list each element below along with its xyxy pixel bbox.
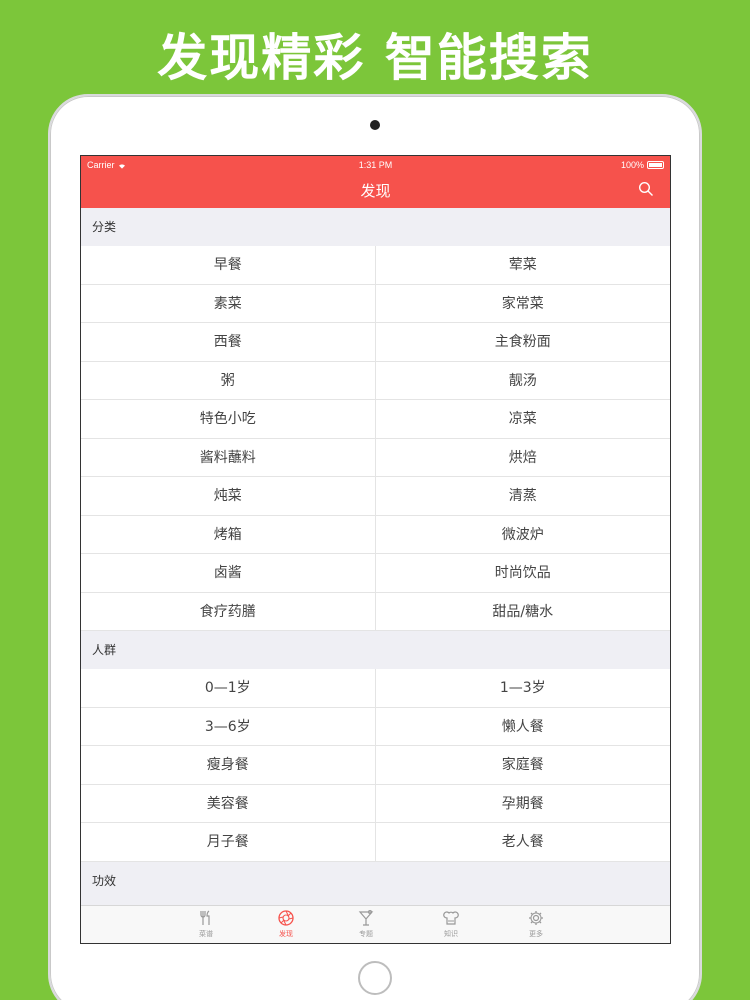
tab-label: 更多: [529, 930, 543, 938]
search-icon[interactable]: [638, 181, 654, 197]
chef-icon: [443, 911, 459, 925]
category-item[interactable]: 西餐: [81, 323, 376, 362]
page-title: 发现: [360, 182, 391, 200]
category-item[interactable]: 炖菜: [81, 477, 376, 516]
category-item[interactable]: 美容餐: [81, 784, 376, 823]
navigation-bar: Carrier 1:31 PM 100% 发现: [81, 156, 670, 208]
tab-cocktail[interactable]: 专题: [346, 909, 386, 939]
category-item[interactable]: 甜品/糖水: [375, 593, 670, 631]
category-item[interactable]: 家常菜: [375, 285, 670, 323]
category-item[interactable]: 老人餐: [375, 823, 670, 862]
tab-fork-knife[interactable]: 菜谱: [186, 909, 226, 939]
status-bar: Carrier 1:31 PM 100%: [81, 156, 670, 174]
tab-label: 专题: [359, 930, 373, 938]
cocktail-icon: [358, 910, 374, 926]
category-item[interactable]: 早餐: [81, 246, 376, 285]
tab-label: 发现: [279, 930, 293, 938]
app-screen: Carrier 1:31 PM 100% 发现 分类 早餐 荤菜 素菜 家常菜 西餐 主食粉…: [80, 155, 671, 944]
discover-list[interactable]: 分类 早餐 荤菜 素菜 家常菜 西餐 主食粉面粥靓汤 特色小吃 凉菜 酱料蘸料 烘焙 炖菜 清蒸 烤箱 微波…: [81, 208, 670, 907]
aperture-icon: [278, 910, 294, 926]
category-item[interactable]: 素菜: [81, 284, 376, 323]
tab-label: 知识: [444, 930, 458, 938]
category-item[interactable]: 0—1岁: [81, 669, 376, 708]
category-item[interactable]: 酱料蘸料: [81, 438, 376, 477]
category-item[interactable]: 粥: [81, 361, 376, 400]
category-item[interactable]: 3—6岁: [81, 707, 376, 746]
category-item[interactable]: 食疗药膳: [81, 592, 376, 631]
category-item[interactable]: 主食粉面: [375, 323, 670, 362]
category-item[interactable]: 靓汤: [375, 362, 670, 400]
gear-icon: [529, 911, 543, 925]
camera-icon: [370, 120, 380, 130]
category-grid: 早餐 荤菜 素菜 家常菜 西餐 主食粉面粥靓汤 特色小吃 凉菜 酱料蘸料 烘焙 炖菜 清蒸 烤箱 微波炉卤…: [81, 246, 670, 631]
category-item[interactable]: 卤酱: [81, 554, 376, 593]
section-header: 人群: [81, 631, 670, 669]
category-item[interactable]: 清蒸: [375, 477, 670, 516]
category-item[interactable]: 微波炉: [375, 516, 670, 554]
category-item[interactable]: 时尚饮品: [375, 554, 670, 593]
tab-bar: 菜谱 发现 专题 知识 更多: [81, 905, 670, 943]
tab-chef[interactable]: 知识: [431, 909, 471, 939]
battery-percentage: 100%: [620, 160, 644, 170]
category-item[interactable]: 孕期餐: [375, 785, 670, 823]
category-item[interactable]: 月子餐: [81, 823, 376, 862]
category-item[interactable]: 1—3岁: [375, 669, 670, 708]
section-header: 分类: [81, 208, 670, 246]
category-item[interactable]: 烘焙: [375, 439, 670, 477]
status-time: 1:31 PM: [358, 160, 393, 170]
promo-headline: 发现精彩 智能搜索: [157, 29, 593, 87]
category-item[interactable]: 懒人餐: [375, 708, 670, 746]
tab-aperture[interactable]: 发现: [266, 909, 306, 939]
tab-gear[interactable]: 更多: [516, 909, 556, 939]
battery-icon: [647, 161, 664, 169]
category-item[interactable]: 烤箱: [81, 515, 376, 554]
category-item[interactable]: 特色小吃: [81, 400, 376, 439]
home-button[interactable]: [358, 961, 392, 995]
category-item[interactable]: 瘦身餐: [81, 746, 376, 785]
section-header: 功效: [81, 861, 670, 900]
category-item[interactable]: 凉菜: [375, 400, 670, 439]
tab-label: 菜谱: [199, 930, 213, 938]
category-item[interactable]: 荤菜: [375, 246, 670, 285]
category-item[interactable]: 家庭餐: [375, 746, 670, 785]
category-grid: 0—1岁 1—3岁 3—6岁 懒人餐 瘦身餐 家庭餐 美容餐 孕期餐 月子餐 老人餐: [81, 669, 670, 862]
fork-knife-icon: [200, 910, 210, 925]
